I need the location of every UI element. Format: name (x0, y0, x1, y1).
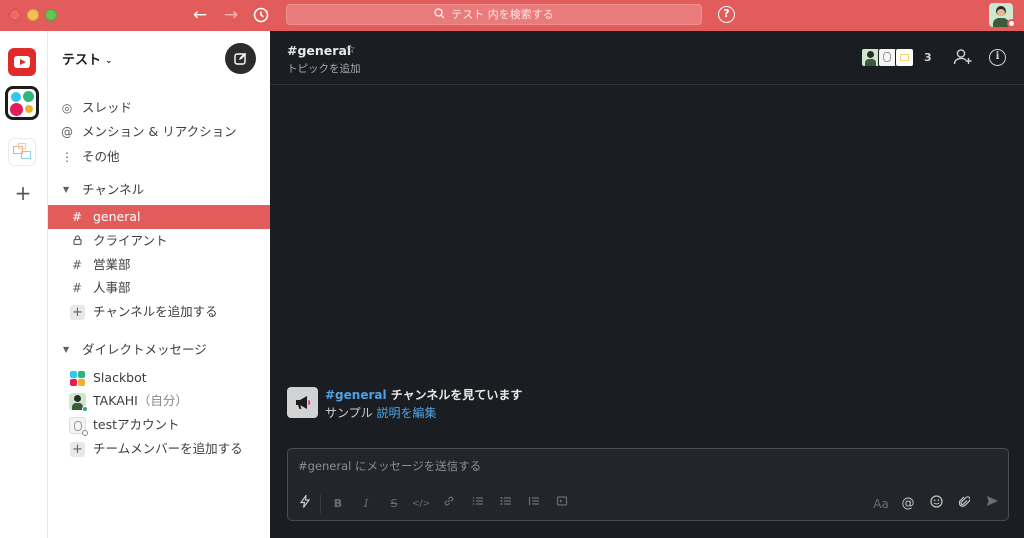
member-count[interactable]: 3 (924, 51, 932, 64)
workspace-rail: + (0, 31, 48, 538)
channel-intro-title: #general チャンネルを見ています (325, 386, 522, 403)
workspace-name-menu[interactable]: テスト ⌄ (62, 49, 113, 68)
bold-icon[interactable]: B (329, 495, 347, 513)
search-placeholder: テスト 内を検索する (451, 8, 554, 21)
message-input[interactable] (298, 457, 898, 475)
presence-indicator (82, 430, 88, 436)
dm-item-self[interactable]: TAKAHI（自分） (48, 389, 270, 413)
message-composer: B I S </> Aa @ (287, 448, 1009, 521)
attachment-icon[interactable] (955, 495, 973, 513)
forward-arrow-icon[interactable]: → (220, 5, 242, 25)
channels-section-header[interactable]: ▼ チャンネル (48, 178, 270, 202)
chevron-down-icon: ⌄ (105, 56, 113, 66)
bulleted-list-icon[interactable] (497, 495, 515, 513)
sidebar-item-threads[interactable]: ◎ スレッド (48, 96, 270, 120)
dm-name: TAKAHI (93, 393, 138, 408)
workspace-youtube-icon[interactable] (8, 48, 36, 76)
code-block-icon[interactable] (553, 495, 571, 513)
search-icon (434, 6, 445, 25)
mention-icon[interactable]: @ (899, 495, 917, 513)
add-member-icon[interactable] (953, 48, 975, 68)
minimize-window-button[interactable] (27, 9, 39, 21)
sidebar-item-mentions[interactable]: @ メンション & リアクション (48, 120, 270, 144)
history-icon[interactable] (250, 5, 272, 25)
code-icon[interactable]: </> (412, 495, 430, 513)
star-icon[interactable]: ☆ (345, 42, 356, 56)
dm-item-test-account[interactable]: testアカウント (48, 413, 270, 437)
hash-icon: # (71, 281, 83, 295)
caret-down-icon: ▼ (63, 345, 70, 354)
sidebar: テスト ⌄ ◎ スレッド @ メンション & リアクション ⋮ その他 ▼ チャン… (48, 31, 270, 538)
lock-icon (70, 229, 84, 253)
back-arrow-icon[interactable]: ← (189, 5, 211, 25)
compose-button[interactable] (225, 43, 256, 74)
channel-link[interactable]: #general (325, 388, 387, 402)
help-icon[interactable]: ? (718, 6, 735, 23)
add-workspace-icon[interactable]: + (14, 183, 32, 203)
blockquote-icon[interactable] (525, 495, 543, 513)
add-team-member-button[interactable]: + チームメンバーを追加する (48, 437, 270, 461)
shortcuts-bolt-icon[interactable] (296, 493, 314, 513)
channel-view: #general ☆ トピックを追加 3 i #general チャンネルを見て… (270, 31, 1024, 538)
search-input[interactable]: テスト 内を検索する (286, 4, 702, 25)
edit-description-link[interactable]: 説明を編集 (376, 406, 436, 420)
hash-icon: # (71, 210, 83, 224)
plus-icon: + (70, 442, 85, 457)
channel-item-client[interactable]: クライアント (48, 229, 270, 253)
mention-icon: @ (61, 125, 73, 139)
threads-icon: ◎ (61, 101, 73, 115)
more-icon: ⋮ (61, 150, 73, 164)
intro-title-text: チャンネルを見ています (386, 388, 523, 402)
add-topic-link[interactable]: トピックを追加 (287, 61, 361, 76)
send-icon[interactable] (983, 495, 1001, 513)
title-bar: ← → テスト 内を検索する ? (0, 0, 1024, 31)
formatting-toggle-icon[interactable]: Aa (872, 495, 890, 513)
megaphone-icon (287, 387, 318, 418)
ordered-list-icon[interactable] (469, 495, 487, 513)
presence-indicator (1007, 19, 1016, 28)
channel-header: #general ☆ トピックを追加 3 i (270, 31, 1024, 85)
self-tag: （自分） (137, 393, 188, 408)
presence-indicator (82, 406, 88, 412)
caret-down-icon: ▼ (63, 185, 70, 194)
info-icon[interactable]: i (989, 49, 1006, 66)
channel-description: サンプル 説明を編集 (325, 404, 436, 421)
link-icon[interactable] (440, 495, 458, 513)
avatar (895, 48, 914, 67)
workspace-other-icon[interactable] (8, 138, 36, 166)
member-avatars[interactable] (861, 48, 917, 67)
workspace-slack-icon[interactable] (5, 86, 39, 120)
add-channel-button[interactable]: + チャンネルを追加する (48, 300, 270, 324)
dm-section-header[interactable]: ▼ ダイレクトメッセージ (48, 338, 270, 362)
maximize-window-button[interactable] (45, 9, 57, 21)
strikethrough-icon[interactable]: S (385, 495, 403, 513)
sidebar-item-more[interactable]: ⋮ その他 (48, 145, 270, 169)
close-window-button[interactable] (9, 9, 21, 21)
description-text: サンプル (325, 406, 377, 420)
plus-icon: + (70, 305, 85, 320)
channel-item-sales[interactable]: # 営業部 (48, 253, 270, 277)
hash-icon: # (71, 258, 83, 272)
channel-title[interactable]: #general (287, 43, 351, 58)
dm-item-slackbot[interactable]: Slackbot (48, 366, 270, 390)
slackbot-avatar (69, 370, 86, 387)
channel-item-general[interactable]: # general (48, 205, 270, 229)
italic-icon[interactable]: I (357, 495, 375, 513)
toolbar-divider (320, 495, 321, 513)
channel-item-hr[interactable]: # 人事部 (48, 276, 270, 300)
emoji-icon[interactable] (927, 495, 945, 513)
